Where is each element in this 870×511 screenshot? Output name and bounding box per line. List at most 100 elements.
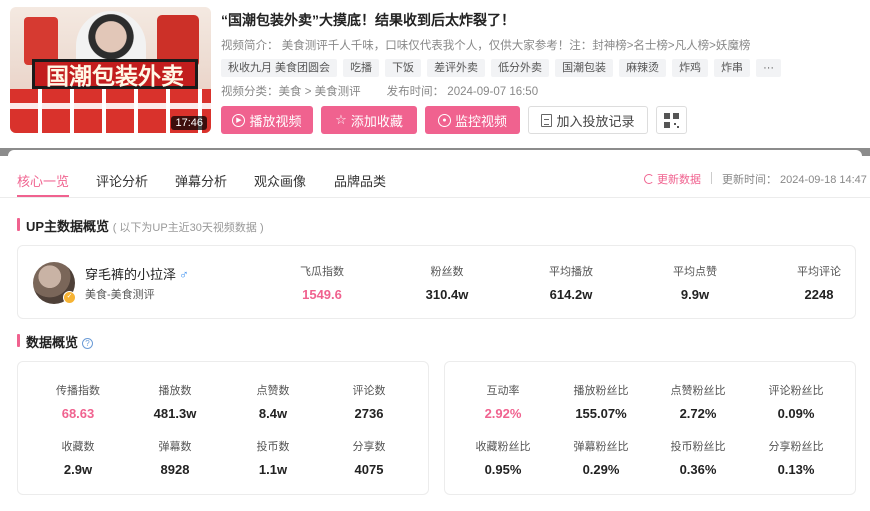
tab-comment-analysis[interactable]: 评论分析 bbox=[96, 171, 148, 190]
section-divider bbox=[0, 148, 870, 156]
monitor-video-label: 监控视频 bbox=[454, 113, 507, 129]
data-section-title: 数据概览? bbox=[17, 332, 94, 351]
stat-label: 平均评论 bbox=[797, 266, 841, 278]
active-tab-indicator bbox=[17, 195, 69, 197]
qr-code-button[interactable] bbox=[656, 106, 687, 134]
up-stat: 平均点赞 9.9w bbox=[655, 263, 735, 302]
tab-audience-profile[interactable]: 观众画像 bbox=[254, 171, 306, 190]
metric: 播放粉丝比 155.07% bbox=[556, 382, 646, 421]
add-favorite-label: 添加收藏 bbox=[350, 113, 403, 129]
monitor-icon: ● bbox=[437, 113, 451, 127]
metric-value: 4075 bbox=[354, 462, 384, 477]
add-record-button[interactable]: 加入投放记录 bbox=[528, 106, 648, 134]
thumbnail-bag-left bbox=[24, 17, 58, 65]
stat-label: 平均播放 bbox=[549, 266, 593, 278]
tag[interactable]: 炸鸡 bbox=[672, 59, 709, 77]
tab-danmaku-analysis[interactable]: 弹幕分析 bbox=[175, 171, 227, 190]
metric: 收藏粉丝比 0.95% bbox=[458, 438, 548, 477]
action-bar: ▶ 播放视频 ☆ 添加收藏 ● 监控视频 加入投放记录 bbox=[221, 106, 687, 134]
metric: 评论数 2736 bbox=[324, 382, 414, 421]
data-section-heading: 数据概览 bbox=[26, 335, 79, 350]
tab-brand-category[interactable]: 品牌品类 bbox=[334, 171, 386, 190]
refresh-data-button[interactable]: 更新数据 bbox=[644, 171, 701, 187]
metric: 分享粉丝比 0.13% bbox=[751, 438, 841, 477]
up-category: 美食-美食测评 bbox=[85, 289, 155, 301]
metric-label: 传播指数 bbox=[56, 385, 100, 397]
metric-value: 2736 bbox=[354, 406, 384, 421]
metric: 弹幕数 8928 bbox=[130, 438, 220, 477]
metric-label: 播放数 bbox=[158, 385, 192, 397]
stat-value: 310.4w bbox=[425, 287, 469, 302]
add-favorite-button[interactable]: ☆ 添加收藏 bbox=[321, 106, 417, 134]
tab-core-overview[interactable]: 核心一览 bbox=[17, 171, 69, 190]
metric-value: 68.63 bbox=[61, 406, 95, 421]
male-icon: ♂ bbox=[179, 267, 189, 282]
metric: 分享数 4075 bbox=[324, 438, 414, 477]
up-stat: 飞瓜指数 1549.6 bbox=[282, 263, 362, 302]
up-card: ✓ 穿毛裤的小拉泽 ♂ 美食-美食测评 飞瓜指数 1549.6 粉丝数 310.4… bbox=[17, 245, 856, 319]
more-tags-button[interactable]: ··· bbox=[756, 59, 782, 77]
metric-value: 0.13% bbox=[777, 462, 815, 477]
metric: 传播指数 68.63 bbox=[33, 382, 123, 421]
metric: 点赞数 8.4w bbox=[228, 382, 318, 421]
metric: 播放数 481.3w bbox=[130, 382, 220, 421]
tag[interactable]: 差评外卖 bbox=[427, 59, 486, 77]
up-section-heading: UP主数据概览 bbox=[26, 219, 110, 234]
video-intro: 视频简介： 美食测评千人千味，口味仅代表我个人，仅供大家参考！注：封神榜>名士榜… bbox=[221, 40, 751, 52]
metric: 弹幕粉丝比 0.29% bbox=[556, 438, 646, 477]
metric-label: 收藏粉丝比 bbox=[475, 441, 531, 453]
metric-label: 收藏数 bbox=[61, 441, 95, 453]
divider bbox=[711, 172, 712, 184]
metric-value: 2.72% bbox=[679, 406, 717, 421]
metric-label: 评论数 bbox=[352, 385, 386, 397]
up-name-text: 穿毛裤的小拉泽 bbox=[85, 267, 177, 282]
up-name[interactable]: 穿毛裤的小拉泽 ♂ bbox=[85, 264, 189, 283]
monitor-video-button[interactable]: ● 监控视频 bbox=[425, 106, 520, 134]
metric-value: 0.29% bbox=[582, 462, 620, 477]
metric: 互动率 2.92% bbox=[458, 382, 548, 421]
metric-label: 弹幕数 bbox=[158, 441, 192, 453]
up-stat: 粉丝数 310.4w bbox=[407, 263, 487, 302]
tag[interactable]: 秋收九月 美食团圆会 bbox=[221, 59, 338, 77]
tag[interactable]: 下饭 bbox=[385, 59, 422, 77]
update-time: 更新时间： 2024-09-18 14:47 bbox=[722, 174, 867, 186]
up-stat: 平均播放 614.2w bbox=[531, 263, 611, 302]
metric: 点赞粉丝比 2.72% bbox=[653, 382, 743, 421]
data-card-counts: 传播指数 68.63 播放数 481.3w 点赞数 8.4w 评论数 2736 … bbox=[17, 361, 429, 495]
tag[interactable]: 国潮包装 bbox=[555, 59, 614, 77]
stat-value: 9.9w bbox=[680, 287, 710, 302]
metric-value: 481.3w bbox=[153, 406, 197, 421]
video-thumbnail[interactable]: 国潮包装外卖 17:46 bbox=[10, 7, 211, 133]
video-meta: 视频分类：美食 > 美食测评 发布时间： 2024-09-07 16:50 bbox=[221, 83, 538, 99]
metric-label: 点赞粉丝比 bbox=[670, 385, 726, 397]
help-icon[interactable]: ? bbox=[82, 338, 94, 350]
metric-label: 分享数 bbox=[352, 441, 386, 453]
video-title[interactable]: “国潮包装外卖”大摸底！结果收到后太炸裂了！ bbox=[221, 10, 515, 30]
tab-bar: 核心一览 评论分析 弹幕分析 观众画像 品牌品类 更新数据 更新时间： 2024… bbox=[0, 160, 870, 198]
metric-value: 2.92% bbox=[484, 406, 522, 421]
up-section-title: UP主数据概览 ( 以下为UP主近30天视频数据 ) bbox=[17, 216, 264, 235]
video-card: 国潮包装外卖 17:46 “国潮包装外卖”大摸底！结果收到后太炸裂了！ 视频简介… bbox=[0, 0, 870, 148]
stat-value: 614.2w bbox=[549, 287, 593, 302]
metric-value: 8928 bbox=[160, 462, 190, 477]
up-stat: 平均评论 2248 bbox=[779, 263, 859, 302]
metric-value: 2.9w bbox=[63, 462, 93, 477]
metric-label: 分享粉丝比 bbox=[768, 441, 824, 453]
tag[interactable]: 麻辣烫 bbox=[619, 59, 667, 77]
tag[interactable]: 低分外卖 bbox=[491, 59, 550, 77]
metric-label: 弹幕粉丝比 bbox=[573, 441, 629, 453]
publish-time: 发布时间： 2024-09-07 16:50 bbox=[386, 86, 539, 98]
stat-value: 2248 bbox=[804, 287, 834, 302]
tag-list: 秋收九月 美食团圆会 吃播 下饭 差评外卖 低分外卖 国潮包装 麻辣烫 炸鸡 炸… bbox=[221, 59, 782, 77]
tag[interactable]: 吃播 bbox=[343, 59, 380, 77]
metric-value: 155.07% bbox=[575, 406, 627, 421]
metric-value: 8.4w bbox=[258, 406, 288, 421]
verified-badge-icon: ✓ bbox=[63, 291, 76, 304]
tag[interactable]: 炸串 bbox=[714, 59, 751, 77]
metric-label: 点赞数 bbox=[256, 385, 290, 397]
add-record-label: 加入投放记录 bbox=[556, 113, 635, 129]
play-video-label: 播放视频 bbox=[249, 113, 302, 129]
metric: 评论粉丝比 0.09% bbox=[751, 382, 841, 421]
document-icon bbox=[541, 113, 553, 127]
play-video-button[interactable]: ▶ 播放视频 bbox=[221, 106, 313, 134]
